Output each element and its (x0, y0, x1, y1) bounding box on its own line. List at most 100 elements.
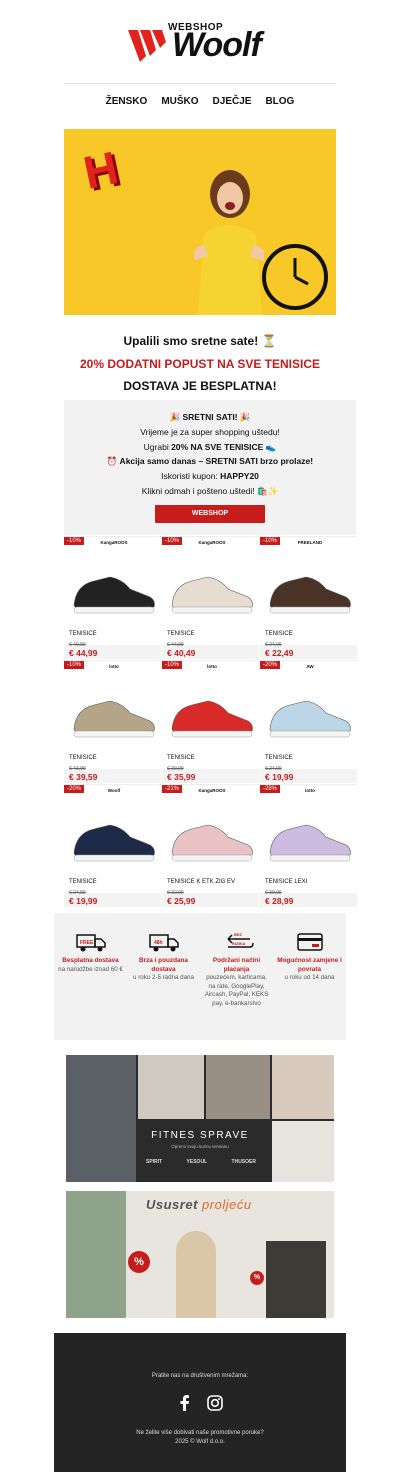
brand-thusoer: THUSOER (231, 1159, 256, 1165)
footer: Pratite nas na društvenim mrežama: Ne že… (54, 1333, 346, 1472)
brand-logo: Woolf (107, 788, 121, 793)
product-name: TENISICE (265, 755, 293, 761)
promo-coupon: Iskoristi kupon: HAPPY20 (161, 471, 259, 482)
benefit-title: Mogućnost zamjene i povrata (277, 957, 342, 973)
promo-line-today: ⏰ Akcija samo danas – SRETNI SATI brzo p… (106, 456, 314, 467)
new-price: € 25,99 (167, 896, 196, 906)
promo-title: 🎉 SRETNI SATI! 🎉 (169, 412, 251, 422)
product-name: TENISICE (69, 879, 97, 885)
hero-woman-image (194, 170, 264, 315)
cabinet-image (266, 1241, 326, 1318)
card-icon (296, 933, 323, 951)
sneaker-image (73, 576, 155, 614)
return-arrow-icon: BEZ RIZIKA (226, 932, 254, 948)
promo-line: Vrijeme je za super shopping uštedu! (140, 426, 280, 437)
truck-48h-icon: 48h (148, 934, 179, 952)
brand-logo: FREELAND (297, 540, 323, 545)
new-price: € 40,49 (167, 648, 196, 658)
product-card[interactable]: -10% KangaROOS TENISICE € 49,99 € 44,99 (64, 536, 161, 660)
benefit-text: na narudžbe iznad 60 € (58, 965, 123, 973)
product-name: TENISICE (69, 631, 97, 637)
svg-text:48h: 48h (154, 940, 163, 946)
brand-logo: lotto (109, 664, 119, 669)
sneaker-image (171, 824, 253, 862)
nav-item-musko[interactable]: MUŠKO (161, 96, 198, 107)
fitness-brands: SPIRIT YESOUL THUSOER (146, 1159, 256, 1165)
benefit-returns: Mogućnost zamjene i povrata u roku od 14… (277, 931, 343, 1040)
unsubscribe-link[interactable]: Ne želite više dobivati naše promotivne … (54, 1429, 346, 1438)
benefit-text: pouzećem, karticama, na rate, GooglePlay… (204, 974, 269, 1007)
product-card[interactable]: -20% Woolf TENISICE € 24,99 € 19,99 (64, 784, 161, 908)
brand-logo: lotto (207, 664, 217, 669)
fitness-photo-bike (272, 1055, 334, 1119)
new-price: € 19,99 (265, 772, 294, 782)
logo-wordmark: Woolf (172, 26, 262, 64)
brand-yesoul: YESOUL (186, 1159, 208, 1165)
benefits-bar: FREE Besplatna dostava na narudžbe iznad… (54, 913, 346, 1040)
fitness-title: FITNES SPRAVE (151, 1130, 249, 1141)
promo-line-cta: Klikni odmah i pošteno uštedi! 🛍️✨ (141, 485, 279, 496)
headline-happy-hours: Upalili smo sretne sate! ⏳ (123, 334, 277, 348)
discount-badge: -28% (260, 785, 281, 793)
fitness-banner[interactable]: FITNES SPRAVE Opremi svoju kućnu teretan… (66, 1055, 334, 1182)
new-price: € 19,99 (69, 896, 98, 906)
copyright: 2025 © Wolf d.o.o. (175, 1439, 225, 1445)
discount-badge: -10% (64, 661, 85, 669)
new-price: € 44,99 (69, 648, 98, 658)
hero-banner[interactable]: H (64, 129, 336, 315)
nav-item-blog[interactable]: BLOG (265, 96, 294, 107)
spring-title: Ususret proljeću (146, 1197, 252, 1212)
brand-logo: KangaROOS (198, 788, 226, 793)
product-card[interactable]: -10% lotto TENISICE € 43,99 € 39,59 (64, 660, 161, 784)
svg-text:RIZIKA: RIZIKA (232, 941, 245, 946)
sneaker-image (269, 576, 351, 614)
nav-item-djecje[interactable]: DJEČJE (213, 96, 252, 107)
product-name: TENISICE (167, 631, 195, 637)
fitness-photo-room (138, 1055, 204, 1119)
discount-badge: -10% (260, 537, 281, 545)
product-card[interactable]: -21% KangaROOS TENISICE K ETK ZIG EV € 3… (162, 784, 259, 908)
sneaker-image (269, 824, 351, 862)
sneaker-image (269, 700, 351, 738)
spring-banner[interactable]: Ususret proljeću % % (66, 1191, 334, 1318)
clock-icon (262, 244, 328, 310)
discount-badge: % (128, 1251, 150, 1273)
benefit-text: u roku od 14 dana (284, 974, 335, 982)
main-nav: ŽENSKO MUŠKO DJEČJE BLOG (64, 96, 336, 107)
product-name: TENISICE LEXI (265, 879, 308, 885)
product-card[interactable]: -20% AW TENISICE € 24,99 € 19,99 (260, 660, 357, 784)
discount-badge: -20% (260, 661, 281, 669)
woolf-logo[interactable]: WEBSHOP Woolf (128, 22, 273, 66)
nav-item-zensko[interactable]: ŽENSKO (106, 96, 148, 107)
new-price: € 39,59 (69, 772, 98, 782)
new-price: € 22,49 (265, 648, 294, 658)
sneaker-image (73, 700, 155, 738)
new-price: € 28,99 (265, 896, 294, 906)
product-card[interactable]: -28% lotto TENISICE LEXI € 39,99 € 28,99 (260, 784, 357, 908)
hero-letter: H (78, 141, 123, 199)
fitness-photo-tower (272, 1121, 334, 1182)
instagram-icon[interactable] (207, 1395, 223, 1411)
discount-badge: -20% (64, 785, 85, 793)
product-card[interactable]: -10% FREELAND TENISICE € 24,99 € 22,49 (260, 536, 357, 660)
headline-free-shipping: DOSTAVA JE BESPLATNA! (123, 379, 277, 393)
new-price: € 35,99 (167, 772, 196, 782)
sneaker-image (171, 576, 253, 614)
product-card[interactable]: -10% lotto TENISICE € 39,99 € 35,99 (162, 660, 259, 784)
product-card[interactable]: -10% KangaROOS TENISICE € 44,99 € 40,49 (162, 536, 259, 660)
brand-logo: lotto (305, 788, 315, 793)
facebook-icon[interactable] (177, 1395, 193, 1411)
brand-logo: KangaROOS (100, 540, 128, 545)
webshop-button[interactable]: WEBSHOP (155, 505, 265, 523)
headline-discount: 20% DODATNI POPUST NA SVE TENISICE (79, 357, 321, 371)
header-divider (64, 83, 336, 84)
benefit-text: u roku 2-5 radna dana (133, 974, 194, 982)
woman-vacuum-image (176, 1231, 216, 1318)
svg-text:BEZ: BEZ (234, 932, 243, 937)
product-name: TENISICE (69, 755, 97, 761)
logo-mark-icon (128, 30, 166, 62)
truck-free-icon: FREE (75, 934, 106, 952)
sneaker-image (171, 700, 253, 738)
discount-badge: -10% (162, 537, 183, 545)
fitness-photo-treadmill (66, 1055, 136, 1182)
